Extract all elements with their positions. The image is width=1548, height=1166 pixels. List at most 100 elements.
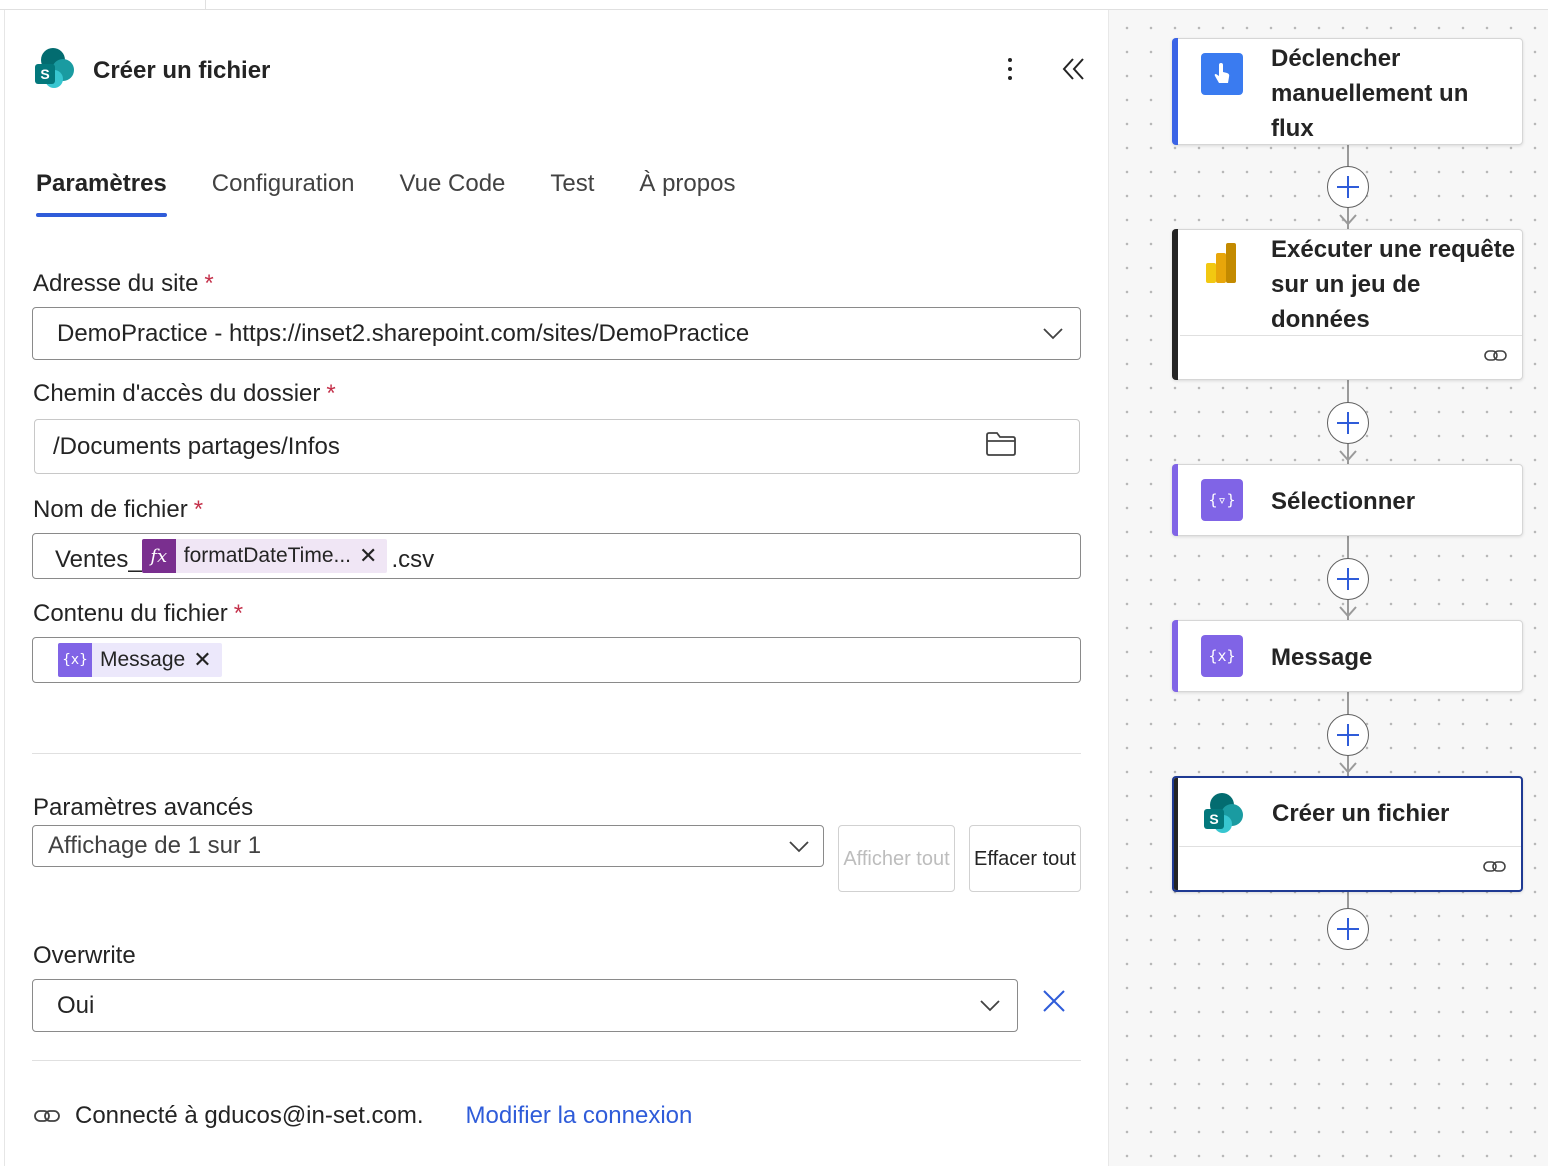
connector-line [1347, 892, 1349, 908]
hand-touch-icon [1201, 53, 1243, 95]
node-accent-bar [1172, 38, 1178, 145]
file-content-input[interactable]: {x} Message ✕ [32, 637, 1081, 683]
node-accent-bar [1172, 464, 1178, 536]
required-marker: * [233, 600, 244, 627]
tab-vue-code[interactable]: Vue Code [400, 170, 506, 217]
variable-icon: {x} [1201, 635, 1243, 677]
sharepoint-icon: S [1202, 792, 1244, 834]
node-title: Message [1271, 644, 1373, 671]
link-icon [34, 1110, 60, 1122]
required-marker: * [193, 496, 204, 523]
plus-icon [1337, 176, 1359, 198]
tab-a-propos[interactable]: À propos [639, 170, 735, 217]
node-accent-bar [1174, 778, 1178, 890]
svg-text:S: S [40, 66, 49, 82]
variable-icon: {x} [58, 643, 92, 677]
format-datetime-token[interactable]: fx formatDateTime... ✕ [141, 539, 388, 573]
section-divider [32, 1060, 1081, 1061]
node-accent-bar [1172, 620, 1178, 692]
plus-icon [1337, 568, 1359, 590]
folder-path-input[interactable]: /Documents partages/Infos [34, 419, 1080, 474]
flow-node-query-dataset[interactable]: Exécuter une requête sur un jeu de donné… [1172, 229, 1523, 380]
link-icon [1483, 861, 1506, 872]
folder-icon[interactable] [985, 430, 1017, 465]
chevron-down-icon [980, 1000, 1000, 1012]
change-connection-link[interactable]: Modifier la connexion [466, 1102, 693, 1130]
folder-path-label-text: Chemin d'accès du dossier [33, 380, 321, 407]
folder-path-value: /Documents partages/Infos [53, 432, 340, 460]
file-name-label: Nom de fichier * [33, 496, 203, 524]
node-title: Exécuter une requête sur un jeu de donné… [1271, 236, 1516, 333]
dot-icon [1008, 76, 1012, 80]
site-address-dropdown[interactable]: DemoPractice - https://inset2.sharepoint… [32, 307, 1081, 360]
action-settings-panel: S Créer un fichier Paramètres Configurat… [5, 10, 1108, 1166]
folder-path-label: Chemin d'accès du dossier * [33, 380, 336, 408]
file-name-input[interactable]: Ventes_ fx formatDateTime... ✕ .csv [32, 533, 1081, 579]
tab-configuration[interactable]: Configuration [212, 170, 355, 217]
powerbi-icon [1201, 242, 1243, 284]
remove-parameter-button[interactable] [1041, 988, 1067, 1019]
section-divider [32, 753, 1081, 754]
file-content-label-text: Contenu du fichier [33, 600, 228, 627]
double-chevron-left-icon [1062, 58, 1084, 80]
flow-node-create-file[interactable]: S Créer un fichier [1172, 776, 1523, 892]
show-all-button[interactable]: Afficher tout [838, 825, 955, 892]
chevron-down-icon [1043, 328, 1063, 340]
token-label: formatDateTime... [183, 544, 352, 567]
site-address-value: DemoPractice - https://inset2.sharepoint… [57, 319, 750, 347]
site-address-label: Adresse du site * [33, 270, 214, 298]
arrow-down-icon [1339, 606, 1357, 618]
dot-icon [1008, 67, 1012, 71]
advanced-params-dropdown[interactable]: Affichage de 1 sur 1 [32, 825, 824, 867]
overwrite-label: Overwrite [33, 942, 136, 969]
clear-all-button[interactable]: Effacer tout [969, 825, 1081, 892]
add-step-button[interactable] [1327, 402, 1369, 444]
plus-icon [1337, 724, 1359, 746]
tab-parametres[interactable]: Paramètres [36, 170, 167, 217]
token-label: Message [100, 648, 186, 671]
node-footer [1180, 335, 1522, 379]
tab-test[interactable]: Test [550, 170, 594, 217]
node-title: Sélectionner [1271, 488, 1416, 515]
node-title: Déclencher manuellement un flux [1271, 45, 1469, 142]
chevron-down-icon [789, 841, 809, 853]
message-token[interactable]: {x} Message ✕ [58, 643, 222, 677]
flow-node-select[interactable]: {▿} Sélectionner [1172, 464, 1523, 536]
advanced-params-value: Affichage de 1 sur 1 [48, 832, 262, 859]
data-operation-icon: {▿} [1201, 479, 1243, 521]
site-address-label-text: Adresse du site [33, 270, 199, 297]
flow-node-message[interactable]: {x} Message [1172, 620, 1523, 692]
panel-title: Créer un fichier [93, 56, 271, 84]
node-footer [1179, 846, 1521, 890]
overwrite-value: Oui [57, 991, 95, 1019]
connection-row: Connecté à gducos@in-set.com. Modifier l… [33, 1102, 692, 1130]
file-name-label-text: Nom de fichier [33, 496, 188, 523]
collapse-panel-button[interactable] [1057, 52, 1091, 86]
add-step-button[interactable] [1327, 558, 1369, 600]
add-step-button[interactable] [1327, 908, 1369, 950]
fx-icon: fx [141, 539, 176, 573]
advanced-params-label: Paramètres avancés [33, 794, 254, 821]
dot-icon [1008, 58, 1012, 62]
connection-text: Connecté à gducos@in-set.com. [75, 1102, 424, 1129]
arrow-down-icon [1339, 762, 1357, 774]
plus-icon [1337, 412, 1359, 434]
node-title: Créer un fichier [1272, 800, 1450, 827]
file-content-label: Contenu du fichier * [33, 600, 243, 628]
plus-icon [1337, 918, 1359, 940]
add-step-button[interactable] [1327, 714, 1369, 756]
more-options-button[interactable] [995, 54, 1025, 84]
flow-node-trigger[interactable]: Déclencher manuellement un flux [1172, 38, 1523, 145]
file-name-suffix: .csv [391, 546, 435, 573]
link-icon [1484, 350, 1507, 361]
add-step-button[interactable] [1327, 166, 1369, 208]
svg-text:S: S [1209, 811, 1218, 827]
required-marker: * [204, 270, 214, 297]
overwrite-dropdown[interactable]: Oui [32, 979, 1018, 1032]
sharepoint-icon: S [33, 46, 75, 95]
file-name-prefix: Ventes_ [55, 546, 142, 573]
required-marker: * [326, 380, 336, 407]
remove-token-icon[interactable]: ✕ [359, 543, 387, 569]
node-accent-bar [1172, 229, 1178, 380]
remove-token-icon[interactable]: ✕ [193, 647, 221, 673]
